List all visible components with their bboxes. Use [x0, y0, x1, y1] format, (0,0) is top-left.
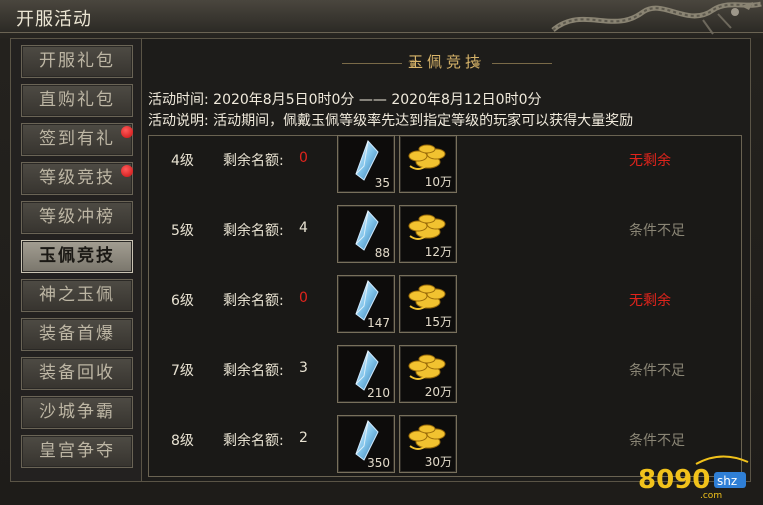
- gold-ingot-icon[interactable]: 20万: [399, 345, 457, 403]
- activity-time: 活动时间: 2020年8月5日0时0分 —— 2020年8月12日0时0分: [148, 92, 542, 108]
- gold-amount: 20万: [424, 385, 452, 399]
- gold-ingot-icon[interactable]: 12万: [399, 205, 457, 263]
- tab-8[interactable]: 装备首爆: [21, 318, 133, 351]
- gold-ingot-icon[interactable]: 30万: [399, 415, 457, 473]
- crystal-count: 35: [374, 176, 390, 190]
- activity-description: 活动说明: 活动期间，佩戴玉佩等级率先达到指定等级的玩家可以获得大量奖励: [148, 113, 634, 129]
- activity-sidebar: 开服礼包直购礼包签到有礼等级竞技等级冲榜玉佩竞技神之玉佩装备首爆装备回收沙城争霸…: [10, 38, 142, 482]
- quota-value: 4: [299, 220, 308, 236]
- site-watermark-logo: 8090 shz .com: [638, 455, 749, 501]
- level-label: 7级: [171, 363, 194, 379]
- crystal-icon[interactable]: 35: [337, 135, 395, 193]
- dragon-icon: [551, 1, 762, 35]
- claim-status[interactable]: 条件不足: [629, 220, 685, 240]
- crystal-count: 210: [367, 386, 390, 400]
- gold-amount: 15万: [424, 315, 452, 329]
- panel-title: 玉佩竞技: [407, 53, 484, 71]
- crystal-icon[interactable]: 350: [337, 415, 395, 473]
- quota-label: 剩余名额:: [223, 223, 284, 239]
- window-title: 开服活动: [16, 9, 92, 30]
- crystal-count: 350: [367, 456, 390, 470]
- svg-text:shz: shz: [717, 474, 737, 488]
- gold-ingot-icon[interactable]: 10万: [399, 135, 457, 193]
- claim-status[interactable]: 无剩余: [629, 150, 671, 170]
- tab-2[interactable]: 直购礼包: [21, 84, 133, 117]
- tab-6[interactable]: 玉佩竞技: [21, 240, 133, 273]
- claim-status[interactable]: 无剩余: [629, 290, 671, 310]
- header-divider-right: [492, 63, 552, 64]
- gold-amount: 12万: [424, 245, 452, 259]
- reward-row: 4级 剩余名额: 0 35 10万 无剩余: [149, 135, 741, 206]
- svg-text:.com: .com: [700, 491, 722, 501]
- tab-7[interactable]: 神之玉佩: [21, 279, 133, 312]
- tab-4[interactable]: 等级竞技: [21, 162, 133, 195]
- activity-panel: ❦ 玉佩竞技 ❦ 活动时间: 2020年8月5日0时0分 —— 2020年8月1…: [141, 38, 751, 482]
- quota-label: 剩余名额:: [223, 433, 284, 449]
- quota-value: 3: [299, 360, 308, 376]
- level-label: 6级: [171, 293, 194, 309]
- reward-list[interactable]: 4级 剩余名额: 0 35 10万 无剩余 5级 剩余名额: 4 88 12万 条件不足 6级 剩余名额:…: [148, 135, 742, 477]
- claim-status[interactable]: 条件不足: [629, 430, 685, 450]
- quota-label: 剩余名额:: [223, 363, 284, 379]
- reward-row: 5级 剩余名额: 4 88 12万 条件不足: [149, 205, 741, 276]
- crystal-count: 88: [374, 246, 390, 260]
- quota-value: 0: [299, 150, 308, 166]
- gold-amount: 10万: [424, 175, 452, 189]
- tab-5[interactable]: 等级冲榜: [21, 201, 133, 234]
- tab-1[interactable]: 开服礼包: [21, 45, 133, 78]
- quota-value: 2: [299, 430, 308, 446]
- claim-status[interactable]: 条件不足: [629, 360, 685, 380]
- reward-row: 7级 剩余名额: 3 210 20万 条件不足: [149, 345, 741, 416]
- crystal-icon[interactable]: 88: [337, 205, 395, 263]
- level-label: 5级: [171, 223, 194, 239]
- quota-value: 0: [299, 290, 308, 306]
- quota-label: 剩余名额:: [223, 153, 284, 169]
- level-label: 8级: [171, 433, 194, 449]
- tab-11[interactable]: 皇宫争夺: [21, 435, 133, 468]
- window-frame: 开服活动 开服礼包 直购礼包 签到有礼 等级竞技 等级冲榜 玉佩竞技 神之玉佩 装备首爆 装备回…: [0, 0, 763, 505]
- gold-amount: 30万: [424, 455, 452, 469]
- crystal-icon[interactable]: 210: [337, 345, 395, 403]
- crystal-count: 147: [367, 316, 390, 330]
- title-bar: 开服活动: [0, 0, 763, 35]
- tab-3[interactable]: 签到有礼: [21, 123, 133, 156]
- tab-10[interactable]: 沙城争霸: [21, 396, 133, 429]
- quota-label: 剩余名额:: [223, 293, 284, 309]
- level-label: 4级: [171, 153, 194, 169]
- crystal-icon[interactable]: 147: [337, 275, 395, 333]
- reward-row: 6级 剩余名额: 0 147 15万 无剩余: [149, 275, 741, 346]
- notification-dot: [121, 165, 133, 177]
- gold-ingot-icon[interactable]: 15万: [399, 275, 457, 333]
- ornament-icon: ❦: [472, 57, 483, 71]
- notification-dot: [121, 126, 133, 138]
- tab-9[interactable]: 装备回收: [21, 357, 133, 390]
